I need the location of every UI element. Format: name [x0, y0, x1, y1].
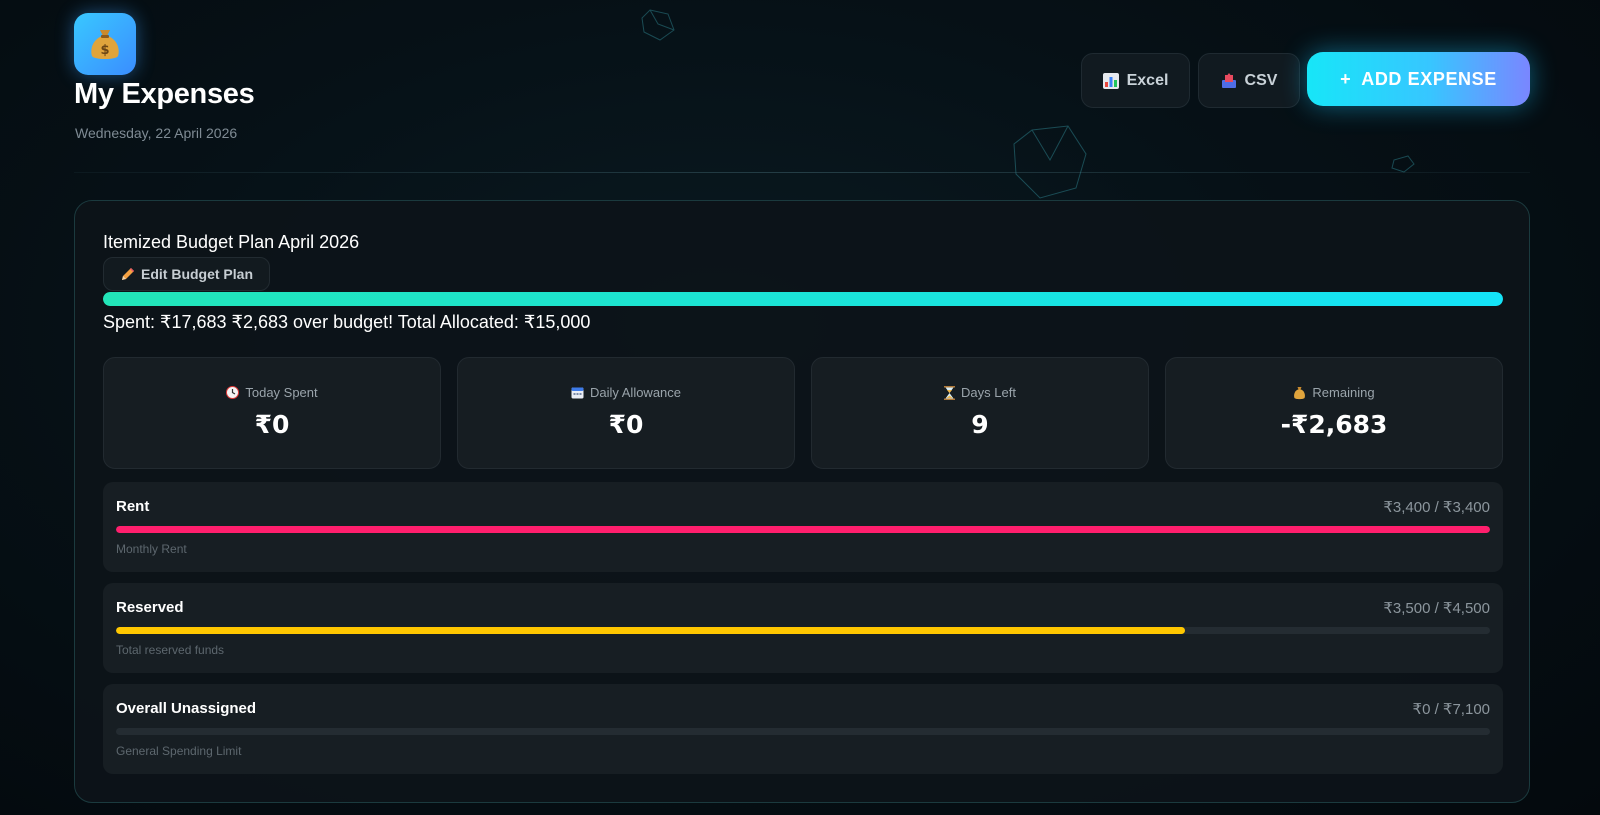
page: $ My Expenses Wednesday, 22 April 2026 E… — [0, 0, 1600, 815]
stat-label: Today Spent — [245, 385, 318, 400]
stat-days-left: Days Left 9 — [811, 357, 1149, 469]
category-progress — [116, 627, 1490, 634]
stat-label: Remaining — [1312, 385, 1375, 400]
stat-today-spent-header: Today Spent — [104, 385, 440, 400]
wireframe-decoration-icon — [1013, 125, 1087, 199]
bar-chart-icon — [1102, 72, 1119, 89]
category-name: Overall Unassigned — [116, 700, 257, 717]
category-description: General Spending Limit — [116, 744, 242, 758]
hourglass-icon — [944, 385, 956, 400]
category-row-reserved[interactable]: Reserved ₹3,500 / ₹4,500 Total reserved … — [103, 583, 1503, 673]
stat-remaining: Remaining -₹2,683 — [1165, 357, 1503, 469]
app-logo: $ — [74, 13, 136, 75]
category-name: Rent — [116, 498, 150, 515]
export-csv-button[interactable]: CSV — [1198, 53, 1300, 108]
budget-plan-card: Itemized Budget Plan April 2026 Edit Bud… — [74, 200, 1530, 803]
category-description: Total reserved funds — [116, 643, 225, 657]
edit-budget-plan-button[interactable]: Edit Budget Plan — [103, 257, 270, 291]
add-expense-label: ADD EXPENSE — [1361, 68, 1497, 89]
wireframe-decoration-icon — [1391, 155, 1415, 173]
budget-plan-title: Itemized Budget Plan April 2026 — [103, 232, 360, 252]
page-title: My Expenses — [74, 78, 255, 110]
category-amount: ₹3,400 / ₹3,400 — [1383, 499, 1490, 516]
category-progress — [116, 526, 1490, 533]
export-excel-button[interactable]: Excel — [1081, 53, 1190, 108]
overall-budget-progress-fill — [103, 292, 1503, 306]
stat-value: ₹0 — [254, 410, 290, 439]
stat-value: 9 — [971, 410, 989, 439]
money-bag-icon — [1294, 386, 1306, 399]
export-excel-label: Excel — [1126, 71, 1169, 89]
category-row-overall-unassigned[interactable]: Overall Unassigned ₹0 / ₹7,100 General S… — [103, 684, 1503, 774]
category-name: Reserved — [116, 599, 184, 616]
category-amount: ₹0 / ₹7,100 — [1412, 701, 1490, 718]
stat-label: Daily Allowance — [589, 385, 682, 400]
category-progress — [116, 728, 1490, 735]
stat-daily-allowance-header: Daily Allowance — [458, 385, 794, 400]
money-bag-icon: $ — [91, 30, 119, 59]
pencil-icon — [122, 267, 134, 280]
stat-today-spent: Today Spent ₹0 — [103, 357, 441, 469]
budget-summary: Spent: ₹17,683 ₹2,683 over budget! Total… — [103, 312, 591, 332]
svg-text:$: $ — [100, 43, 109, 58]
category-description: Monthly Rent — [116, 542, 187, 556]
category-amount: ₹3,500 / ₹4,500 — [1383, 600, 1490, 617]
calendar-icon — [571, 387, 584, 399]
outbox-tray-icon — [1221, 72, 1236, 88]
overall-budget-progress — [103, 292, 1503, 306]
category-row-rent[interactable]: Rent ₹3,400 / ₹3,400 Monthly Rent — [103, 482, 1503, 572]
add-expense-button[interactable]: + ADD EXPENSE — [1307, 52, 1530, 106]
edit-budget-plan-label: Edit Budget Plan — [141, 266, 253, 282]
header-divider — [74, 172, 1530, 173]
clock-icon — [226, 386, 240, 399]
stat-label: Days Left — [961, 385, 1016, 400]
stat-value: -₹2,683 — [1280, 410, 1388, 439]
wireframe-decoration-icon — [641, 9, 675, 41]
stat-remaining-header: Remaining — [1166, 385, 1502, 400]
stat-daily-allowance: Daily Allowance ₹0 — [457, 357, 795, 469]
plus-icon: + — [1340, 68, 1352, 89]
export-csv-label: CSV — [1244, 71, 1278, 89]
category-progress-fill — [116, 526, 1490, 533]
current-date: Wednesday, 22 April 2026 — [75, 125, 238, 141]
stat-value: ₹0 — [608, 410, 644, 439]
category-progress-fill — [116, 627, 1185, 634]
stat-days-left-header: Days Left — [812, 385, 1148, 400]
